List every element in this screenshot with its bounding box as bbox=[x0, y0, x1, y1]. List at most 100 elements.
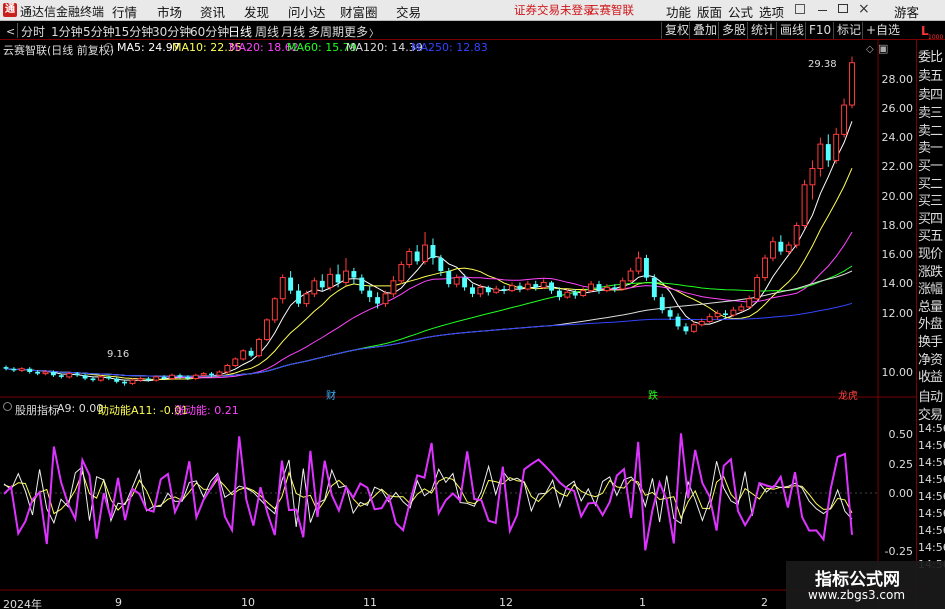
menu-ask[interactable]: 问小达 bbox=[288, 2, 326, 21]
candle-body-up bbox=[137, 378, 144, 381]
candle-body-down bbox=[122, 381, 128, 384]
menu-market-quotes[interactable]: 行情 bbox=[112, 2, 137, 21]
candle-body-up bbox=[477, 286, 484, 295]
ma-line-2 bbox=[5, 231, 853, 379]
more-chevron-icon[interactable]: 〉 bbox=[369, 25, 379, 40]
price-tick: 14.00 bbox=[881, 277, 914, 290]
indicator-zdn: 涨动能: 0.21 bbox=[174, 404, 239, 417]
candle-body-up bbox=[619, 280, 626, 290]
settings-circle-icon[interactable] bbox=[104, 43, 113, 52]
indicator-tick: 0.00 bbox=[888, 487, 914, 500]
skin-icon[interactable] bbox=[795, 4, 805, 14]
indicator-a9: A9: 0.00 bbox=[57, 402, 104, 415]
menu-functions[interactable]: 功能 bbox=[666, 2, 691, 21]
menu-layout[interactable]: 版面 bbox=[697, 2, 722, 21]
mark-button[interactable]: 标记 bbox=[833, 22, 864, 39]
candle-body-down bbox=[778, 241, 784, 252]
candle-body-down bbox=[58, 375, 64, 377]
time-label: 14:56 bbox=[918, 524, 945, 537]
chart-area[interactable] bbox=[0, 40, 916, 609]
candle-body-up bbox=[603, 286, 610, 292]
tab-multi-period[interactable]: 多周期 bbox=[308, 23, 344, 40]
f10-button[interactable]: F10 bbox=[805, 22, 834, 39]
guest-login[interactable]: 游客 bbox=[894, 2, 919, 21]
marker-dragon-tiger[interactable]: 龙虎 bbox=[838, 387, 858, 402]
trade-label[interactable]: 交易 bbox=[918, 404, 943, 423]
tab-more[interactable]: 更多 bbox=[344, 23, 368, 40]
candle-body-down bbox=[3, 367, 9, 369]
toolbar-divider bbox=[17, 23, 18, 38]
candle-body-up bbox=[97, 376, 104, 381]
candle-body-down bbox=[248, 350, 254, 356]
candle-body-up bbox=[169, 374, 175, 380]
close-icon[interactable]: × bbox=[858, 1, 870, 17]
chart-collapse-icon[interactable]: ▣ bbox=[878, 42, 888, 55]
candle-body-up bbox=[398, 264, 405, 282]
time-label: 14:56 bbox=[918, 507, 945, 520]
menu-news[interactable]: 资讯 bbox=[200, 2, 225, 21]
candle-body-up bbox=[849, 62, 855, 106]
tab-60min[interactable]: 60分钟 bbox=[190, 23, 229, 40]
tab-daily[interactable]: 日线 bbox=[228, 23, 252, 40]
menu-trade[interactable]: 交易 bbox=[396, 2, 421, 21]
candle-body-up bbox=[382, 293, 389, 305]
date-tick: 2024年 bbox=[3, 598, 42, 609]
price-tick: 28.00 bbox=[881, 73, 914, 86]
tab-1min[interactable]: 1分钟 bbox=[51, 23, 83, 40]
tab-weekly[interactable]: 周线 bbox=[255, 23, 279, 40]
menu-options[interactable]: 选项 bbox=[759, 2, 784, 21]
date-tick: 1 bbox=[639, 596, 646, 609]
candle-body-up bbox=[224, 364, 231, 373]
candle-body-up bbox=[42, 371, 49, 375]
menu-formula[interactable]: 公式 bbox=[728, 2, 753, 21]
marker-finance[interactable]: 财 bbox=[326, 387, 336, 402]
high-price-label: 29.38 bbox=[808, 59, 837, 70]
price-tick: 24.00 bbox=[881, 131, 914, 144]
menu-discover[interactable]: 发现 bbox=[244, 2, 269, 21]
time-label: 14:56 bbox=[918, 439, 945, 452]
stock-title: 云赛智联(日线 前复权) bbox=[3, 44, 115, 57]
candle-body-up bbox=[271, 298, 278, 321]
draw-line-button[interactable]: 画线 bbox=[776, 22, 807, 39]
candle-body-down bbox=[359, 277, 365, 291]
adjust-price-button[interactable]: 复权 bbox=[661, 22, 692, 39]
auto-trade-label[interactable]: 自动 bbox=[918, 386, 943, 405]
time-label: 14:56 bbox=[918, 473, 945, 486]
date-tick: 9 bbox=[115, 596, 122, 609]
candle-body-down bbox=[501, 288, 507, 291]
tab-monthly[interactable]: 月线 bbox=[281, 23, 305, 40]
candle-body-down bbox=[11, 368, 17, 371]
add-watchlist-button[interactable]: +自选 bbox=[862, 22, 903, 39]
candle-body-down bbox=[572, 292, 578, 296]
tab-30min[interactable]: 30分钟 bbox=[152, 23, 191, 40]
back-arrow-icon[interactable]: < bbox=[6, 25, 15, 38]
low-price-label: 9.16 bbox=[107, 349, 130, 360]
indicator-name[interactable]: 股朋指标 bbox=[15, 402, 59, 418]
chart-zoom-icon[interactable]: ◇ bbox=[866, 44, 874, 55]
candle-body-up bbox=[635, 257, 642, 272]
indicator-settings-icon[interactable] bbox=[3, 402, 12, 411]
overlay-button[interactable]: 叠加 bbox=[689, 22, 720, 39]
candle-body-up bbox=[540, 281, 547, 288]
statistics-button[interactable]: 统计 bbox=[747, 22, 778, 39]
minimize-icon[interactable] bbox=[818, 10, 827, 11]
candle-body-up bbox=[509, 285, 515, 292]
candle-body-up bbox=[256, 338, 262, 357]
candle-body-up bbox=[240, 350, 247, 360]
maximize-icon[interactable] bbox=[838, 4, 848, 13]
multi-stock-button[interactable]: 多股 bbox=[718, 22, 749, 39]
candle-body-up bbox=[232, 358, 239, 366]
candle-body-down bbox=[319, 280, 325, 288]
menu-market[interactable]: 市场 bbox=[157, 2, 182, 21]
candle-body-up bbox=[730, 309, 737, 316]
tab-15min[interactable]: 15分钟 bbox=[114, 23, 153, 40]
date-tick: 2 bbox=[761, 596, 768, 609]
tab-5min[interactable]: 5分钟 bbox=[83, 23, 115, 40]
date-tick: 12 bbox=[499, 596, 513, 609]
marker-drop[interactable]: 跌 bbox=[648, 387, 658, 402]
panel-item: 卖三 bbox=[918, 106, 943, 121]
tab-intraday[interactable]: 分时 bbox=[21, 23, 45, 40]
candle-body-down bbox=[351, 271, 357, 278]
menu-wealth-circle[interactable]: 财富圈 bbox=[340, 2, 378, 21]
trade-login-status[interactable]: 证券交易未登录 bbox=[514, 2, 595, 18]
